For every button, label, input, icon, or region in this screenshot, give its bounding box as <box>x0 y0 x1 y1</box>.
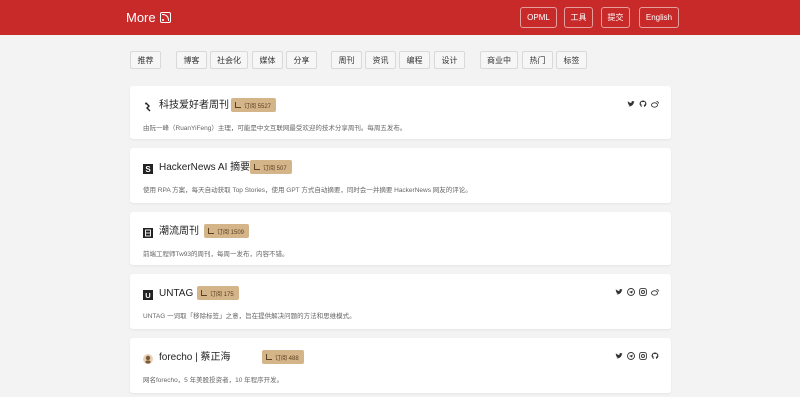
github-icon[interactable] <box>639 100 647 108</box>
site-logo[interactable]: More <box>126 9 171 25</box>
tools-button[interactable]: 工具 <box>564 7 593 28</box>
logo-text: More <box>126 9 156 25</box>
github-icon[interactable] <box>651 352 659 360</box>
hackernews-logo-icon: S <box>143 164 153 174</box>
twitter-icon[interactable] <box>615 352 623 360</box>
filter-weekly[interactable]: 周刊 <box>331 51 362 69</box>
subscribe-badge[interactable]: 订阅 488 <box>262 350 304 364</box>
feed-title[interactable]: forecho | 蔡正海 <box>159 351 231 365</box>
filter-blog[interactable]: 博客 <box>176 51 207 69</box>
top-header: More OPML 工具 提交 English <box>0 0 800 35</box>
trend-weekly-logo-icon <box>143 228 153 238</box>
rss-icon <box>266 354 272 360</box>
subscribe-count: 订阅 507 <box>263 165 287 172</box>
feed-description: 使用 RPA 方案，每天自动获取 Top Stories，使用 GPT 方式自动… <box>143 187 472 194</box>
subscribe-count: 订阅 488 <box>275 355 299 362</box>
rss-icon <box>201 290 207 296</box>
subscribe-count: 订阅 175 <box>210 291 234 298</box>
filter-design[interactable]: 设计 <box>434 51 465 69</box>
rss-icon <box>254 164 260 170</box>
telegram-icon[interactable] <box>627 352 635 360</box>
tech-weekly-logo-icon <box>145 102 151 112</box>
instagram-icon[interactable] <box>639 288 647 296</box>
filter-hot[interactable]: 热门 <box>522 51 553 69</box>
feed-card[interactable]: 潮流周刊 订阅 1509 前端工程师Tw93的周刊，每周一发布，内容不错。 <box>130 212 671 265</box>
instagram-icon[interactable] <box>639 352 647 360</box>
twitter-icon[interactable] <box>615 288 623 296</box>
feed-description: UNTAG 一词取「移除标签」之意，旨在提供解决问题的方法和思维模式。 <box>143 313 356 320</box>
feed-card[interactable]: forecho | 蔡正海 订阅 488 网名forecho，5 年美股投资者，… <box>130 338 671 393</box>
feed-description: 前端工程师Tw93的周刊，每周一发布，内容不错。 <box>143 251 289 258</box>
feed-title[interactable]: 科技爱好者周刊 <box>159 99 229 113</box>
opml-button[interactable]: OPML <box>520 7 557 28</box>
filter-news[interactable]: 资讯 <box>365 51 396 69</box>
social-links <box>615 288 659 296</box>
untag-logo-icon: U <box>143 290 153 300</box>
filter-recommended[interactable]: 推荐 <box>130 51 161 69</box>
forecho-avatar-icon <box>143 354 153 364</box>
subscribe-badge[interactable]: 订阅 5527 <box>231 98 277 112</box>
feed-title[interactable]: 潮流周刊 <box>159 225 199 239</box>
subscribe-count: 订阅 5527 <box>244 103 272 110</box>
submit-button[interactable]: 提交 <box>601 7 630 28</box>
filter-media[interactable]: 媒体 <box>252 51 283 69</box>
filter-tags[interactable]: 标签 <box>556 51 587 69</box>
filter-social[interactable]: 社会化 <box>210 51 248 69</box>
feed-title[interactable]: HackerNews AI 摘要 <box>159 161 250 175</box>
filter-programming[interactable]: 编程 <box>399 51 430 69</box>
feed-description: 网名forecho，5 年美股投资者，10 年程序开发。 <box>143 377 284 384</box>
feed-card[interactable]: 科技爱好者周刊 订阅 5527 由阮一峰（RuanYiFeng）主理，可能是中文… <box>130 86 671 139</box>
weibo-icon[interactable] <box>651 288 659 296</box>
telegram-icon[interactable] <box>627 288 635 296</box>
social-links <box>615 352 659 360</box>
subscribe-badge[interactable]: 订阅 1509 <box>204 224 250 238</box>
subscribe-badge[interactable]: 订阅 507 <box>250 160 292 174</box>
weibo-icon[interactable] <box>651 100 659 108</box>
language-button[interactable]: English <box>639 7 679 28</box>
filter-business[interactable]: 商业中 <box>480 51 518 69</box>
rss-icon <box>208 228 214 234</box>
social-links <box>627 100 659 108</box>
subscribe-badge[interactable]: 订阅 175 <box>197 286 239 300</box>
feed-card[interactable]: S HackerNews AI 摘要 订阅 507 使用 RPA 方案，每天自动… <box>130 148 671 203</box>
svg-text:U: U <box>145 291 150 300</box>
rss-icon <box>235 102 241 108</box>
subscribe-count: 订阅 1509 <box>217 229 245 236</box>
feed-description: 由阮一峰（RuanYiFeng）主理，可能是中文互联网最受欢迎的技术分享周刊。每… <box>143 125 407 132</box>
filter-share[interactable]: 分享 <box>286 51 317 69</box>
feed-title[interactable]: UNTAG <box>159 287 193 301</box>
twitter-icon[interactable] <box>627 100 635 108</box>
svg-text:S: S <box>145 165 151 174</box>
feed-card[interactable]: U UNTAG 订阅 175 UNTAG 一词取「移除标签」之意，旨在提供解决问… <box>130 274 671 329</box>
rss-logo-icon <box>159 11 171 23</box>
